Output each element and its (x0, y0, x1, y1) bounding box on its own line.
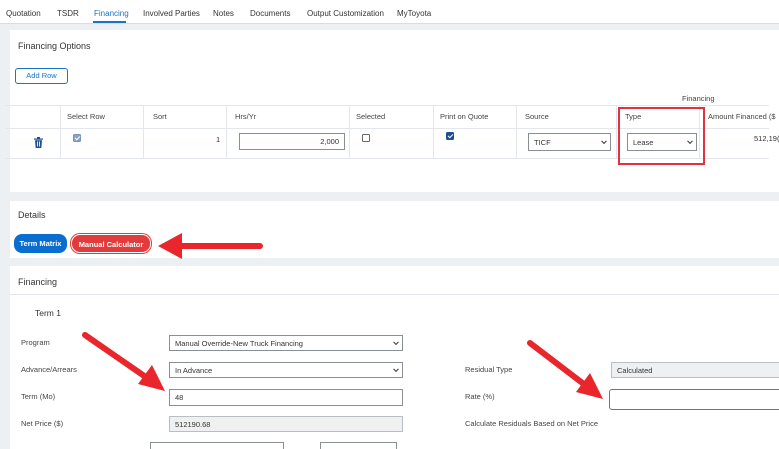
chevron-down-icon (393, 366, 399, 373)
add-row-button[interactable]: Add Row (15, 68, 68, 84)
trash-icon[interactable] (34, 137, 43, 148)
bottom-input-2[interactable] (320, 442, 397, 449)
term-matrix-button[interactable]: Term Matrix (14, 234, 67, 253)
rate-label: Rate (%) (465, 392, 495, 401)
select-row-checkbox[interactable] (73, 134, 81, 142)
col-amount-financed: Amount Financed ($ (708, 112, 776, 121)
tab-tsdr[interactable]: TSDR (57, 9, 79, 18)
rate-input[interactable] (609, 389, 779, 410)
hrs-yr-input[interactable]: 2,000 (239, 133, 345, 150)
col-print-on-quote: Print on Quote (440, 112, 489, 121)
col-sort: Sort (153, 112, 167, 121)
type-highlight-box (618, 107, 705, 165)
advance-arrears-select-value: In Advance (175, 365, 213, 375)
bottom-input-1[interactable] (150, 442, 284, 449)
residual-type-select[interactable]: Calculated (611, 362, 779, 378)
net-price-label: Net Price ($) (21, 419, 64, 428)
term-label: Term (Mo) (21, 392, 56, 401)
program-label: Program (21, 338, 50, 347)
residual-type-select-value: Calculated (617, 365, 653, 375)
selected-checkbox[interactable] (362, 134, 370, 142)
col-source: Source (525, 112, 549, 121)
term-input[interactable]: 48 (169, 389, 403, 406)
top-nav: Quotation TSDR Financing Involved Partie… (0, 0, 779, 24)
col-selected: Selected (356, 112, 386, 121)
advance-arrears-select[interactable]: In Advance (169, 362, 403, 378)
details-title: Details (18, 210, 46, 220)
tab-financing[interactable]: Financing (94, 9, 129, 18)
tab-involved-parties[interactable]: Involved Parties (143, 9, 200, 18)
residual-type-label: Residual Type (465, 365, 513, 374)
advance-arrears-label: Advance/Arrears (21, 365, 77, 374)
source-select[interactable]: TICF (528, 133, 611, 151)
tab-output-customization[interactable]: Output Customization (307, 9, 384, 18)
financing-options-title: Financing Options (18, 41, 91, 51)
amount-financed-value: 512,19( (754, 134, 779, 143)
program-select-value: Manual Override-New Truck Financing (175, 338, 303, 348)
active-tab-indicator (93, 21, 126, 23)
chevron-down-icon (601, 138, 607, 145)
chevron-down-icon (393, 339, 399, 346)
tab-notes[interactable]: Notes (213, 9, 234, 18)
financing-group-header: Financing (682, 94, 715, 103)
tab-quotation[interactable]: Quotation (6, 9, 41, 18)
sort-value: 1 (216, 135, 221, 144)
term-title: Term 1 (35, 308, 61, 318)
tab-documents[interactable]: Documents (250, 9, 290, 18)
col-select-row: Select Row (67, 112, 105, 121)
net-price-field: 512190.68 (169, 416, 403, 432)
col-hrs-yr: Hrs/Yr (235, 112, 257, 121)
calculate-residuals-label: Calculate Residuals Based on Net Price (465, 419, 598, 428)
source-select-value: TICF (534, 137, 551, 147)
print-on-quote-checkbox[interactable] (446, 132, 454, 140)
financing-title: Financing (18, 277, 58, 287)
tab-mytoyota[interactable]: MyToyota (397, 9, 431, 18)
manual-calculator-button[interactable]: Manual Calculator (71, 234, 151, 253)
program-select[interactable]: Manual Override-New Truck Financing (169, 335, 403, 351)
